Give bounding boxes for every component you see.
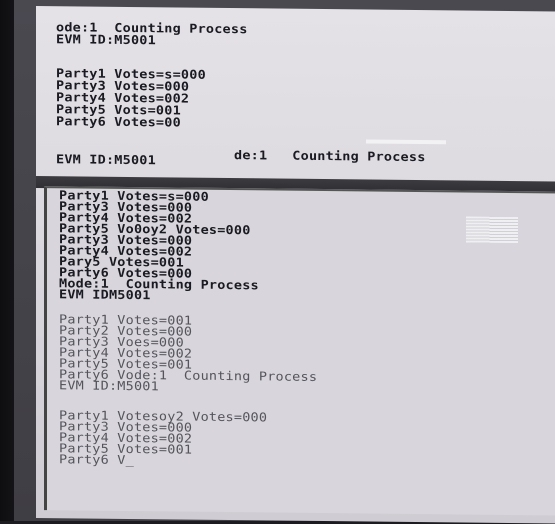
upper-line-evm-id: EVM ID:M5001 [56,32,156,48]
screen-glare [366,139,446,145]
upper-display-area: ode:1 Counting Process EVM ID:M5001 Part… [36,6,555,184]
lcd-screen: ode:1 Counting Process EVM ID:M5001 Part… [36,6,555,524]
screen-glare [466,216,518,244]
lower-line: EVM IDM5001 [59,287,151,303]
monitor-bezel: ode:1 Counting Process EVM ID:M5001 Part… [14,0,555,524]
lower-line: Party6 V_ [59,452,134,468]
upper-line-evm-id-2: EVM ID:M5001 [56,152,156,168]
lower-line: EVM ID:M5001 [59,378,159,394]
upper-line-party6: Party6 Votes=00 [56,114,181,131]
upper-line-mode-2: de:1 Counting Process [234,148,426,165]
